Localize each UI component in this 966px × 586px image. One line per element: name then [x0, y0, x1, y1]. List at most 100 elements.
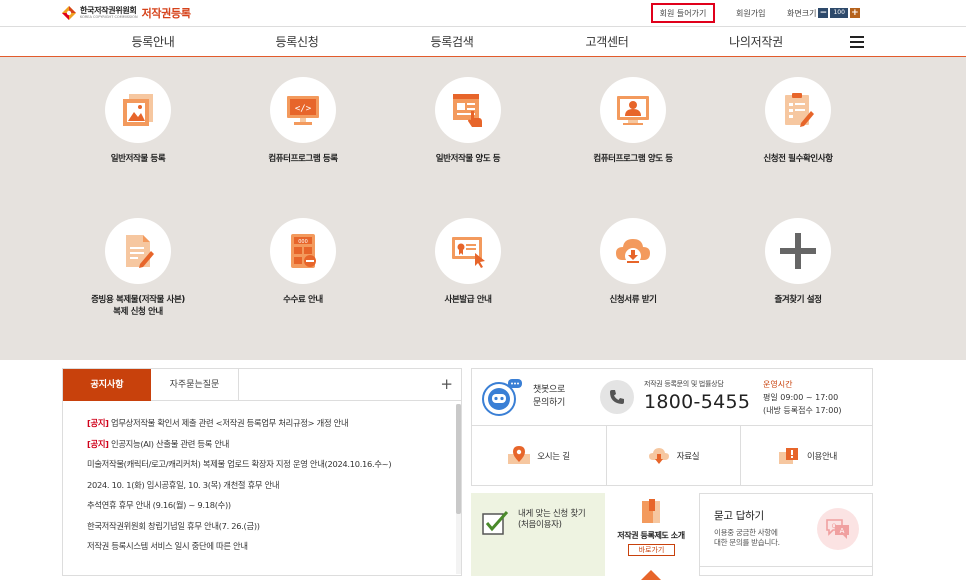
quick-item-label: 신청서류 받기: [609, 295, 657, 305]
logo-mark-icon: [62, 6, 76, 20]
calculator-icon: 000: [270, 218, 336, 284]
site-logo[interactable]: 한국저작권위원회 KOREA COPYRIGHT COMMISSION 저작권등…: [62, 3, 191, 23]
nav-item-registration-guide[interactable]: 등록안내: [132, 27, 175, 57]
logo-org-english: KOREA COPYRIGHT COMMISSION: [80, 14, 138, 19]
cloud-download-icon: [600, 218, 666, 284]
quick-item-copy-request[interactable]: 증빙용 복제물(저작물 사본) 복제 신청 안내: [63, 218, 213, 319]
cloud-download-icon: [648, 447, 670, 465]
nav-item-registration-apply[interactable]: 등록신청: [276, 27, 319, 57]
quick-item-fee-guide[interactable]: 000 수수료 안내: [228, 218, 378, 307]
checkbox-icon: [482, 510, 509, 535]
find-subtitle: (처음이용자): [518, 520, 562, 531]
list-item[interactable]: [공지] 업무상저작물 확인서 제출 관련 <저작권 등록업무 처리규정> 개정…: [87, 413, 441, 434]
find-application-box[interactable]: 내게 맞는 신청 찾기 (처음이용자): [471, 493, 605, 576]
qa-description: 이용중 궁금한 사항에 대한 문의를 받습니다.: [714, 528, 780, 547]
notice-list: [공지] 업무상저작물 확인서 제출 관련 <저작권 등록업무 처리규정> 개정…: [87, 413, 441, 557]
document-hand-icon: [435, 77, 501, 143]
quick-item-favorites-setting[interactable]: 즐겨찾기 설정: [723, 218, 873, 307]
list-item[interactable]: 미술저작물(캐릭터/로고/캐리커처) 복제물 업로드 확장자 지정 운영 안내(…: [87, 454, 441, 475]
tab-faq[interactable]: 자주묻는질문: [151, 369, 239, 401]
notice-scrollbar[interactable]: [456, 404, 461, 574]
quick-item-general-transfer[interactable]: 일반저작물 양도 등: [393, 77, 543, 166]
certificate-cursor-icon: [435, 218, 501, 284]
quick-menu: 일반저작물 등록 </> 컴퓨터프로그램 등록 일반저작물 양도 등 컴퓨터프로…: [0, 57, 966, 360]
plus-icon: [765, 218, 831, 284]
nav-item-my-copyright[interactable]: 나의저작권: [729, 27, 783, 57]
quick-item-download-forms[interactable]: 신청서류 받기: [558, 218, 708, 307]
quick-item-label: 일반저작물 양도 등: [435, 154, 501, 164]
chatbot-link[interactable]: 챗봇으로 문의하기: [533, 384, 565, 409]
quick-item-program-registration[interactable]: </> 컴퓨터프로그램 등록: [228, 77, 378, 166]
chatbot-icon[interactable]: [481, 377, 523, 417]
nav-item-customer-center[interactable]: 고객센터: [586, 27, 629, 57]
user-card-icon: [600, 77, 666, 143]
list-item[interactable]: [공지] 인공지능(AI) 산출물 관련 등록 안내: [87, 434, 441, 455]
quick-item-certificate-copy[interactable]: 사본발급 안내: [393, 218, 543, 307]
guide-label: 이용안내: [806, 451, 838, 462]
hours-visit: (내방 등록접수 17:00): [763, 406, 842, 415]
nav-item-registration-search[interactable]: 등록검색: [431, 27, 474, 57]
location-pin-icon: [508, 445, 531, 466]
find-title: 내게 맞는 신청 찾기: [518, 509, 586, 519]
guide-link[interactable]: 이용안내: [740, 426, 874, 485]
quick-item-label: 컴퓨터프로그램 양도 등: [593, 154, 673, 164]
scrollbar-thumb[interactable]: [456, 404, 461, 514]
code-monitor-icon: </>: [270, 77, 336, 143]
directions-label: 오시는 길: [537, 451, 570, 462]
main-navigation: 등록안내 등록신청 등록검색 고객센터 나의저작권: [0, 26, 966, 57]
shortcut-button[interactable]: 바로가기: [628, 544, 675, 556]
phone-caption: 저작권 등록문의 및 법률상담: [644, 380, 724, 388]
archive-label: 자료실: [676, 451, 700, 462]
book-icon: [639, 499, 663, 525]
logo-service-name: 저작권등록: [141, 7, 191, 20]
quick-item-label-line2: 복제 신청 안내: [113, 306, 163, 317]
notice-tabs: 공지사항 자주묻는질문 +: [63, 369, 461, 401]
join-link[interactable]: 회원가입: [736, 0, 765, 26]
zoom-control: 화면크기 − 100 +: [787, 0, 860, 26]
quick-item-precheck[interactable]: 신청전 필수확인사항: [723, 77, 873, 166]
quick-item-label: 즐겨찾기 설정: [774, 295, 822, 305]
registration-intro-box: 저작권 등록제도 소개 바로가기: [605, 493, 697, 580]
divider: [700, 566, 872, 567]
login-button[interactable]: 회원 들어가기: [651, 3, 715, 23]
zoom-out-button[interactable]: −: [818, 8, 829, 18]
quick-item-program-transfer[interactable]: 컴퓨터프로그램 양도 등: [558, 77, 708, 166]
hours-weekday: 평일 09:00 ~ 17:00: [763, 393, 839, 402]
zoom-value: 100: [830, 8, 848, 18]
list-item[interactable]: 저작권 등록시스템 서비스 일시 중단에 따른 안내: [87, 536, 441, 557]
list-item[interactable]: 2024. 10. 1(화) 임시공휴일, 10. 3(목) 개천절 휴무 안내: [87, 475, 441, 496]
more-plus-icon[interactable]: +: [440, 376, 453, 392]
contact-panel: 챗봇으로 문의하기 저작권 등록문의 및 법률상담 1800-5455 운영시간…: [471, 368, 873, 426]
checklist-pen-icon: [765, 77, 831, 143]
phone-number: 1800-5455: [644, 391, 751, 413]
notice-panel: 공지사항 자주묻는질문 + [공지] 업무상저작물 확인서 제출 관련 <저작권…: [62, 368, 462, 576]
hours-title: 운영시간: [763, 380, 793, 389]
phone-icon: [600, 380, 634, 414]
quick-item-label: 사본발급 안내: [444, 295, 492, 305]
archive-link[interactable]: 자료실: [606, 426, 740, 485]
svg-text:A: A: [840, 527, 845, 535]
logo-org-name: 한국저작권위원회: [80, 5, 137, 15]
top-utility-bar: 한국저작권위원회 KOREA COPYRIGHT COMMISSION 저작권등…: [0, 0, 966, 26]
book-icon: [639, 567, 663, 580]
hamburger-menu-icon[interactable]: [850, 36, 864, 48]
tab-notice[interactable]: 공지사항: [63, 369, 151, 401]
quick-item-general-registration[interactable]: 일반저작물 등록: [63, 77, 213, 166]
quick-item-label: 일반저작물 등록: [110, 154, 166, 164]
quick-links: 오시는 길 자료실 이용안내: [471, 426, 873, 486]
directions-link[interactable]: 오시는 길: [472, 426, 606, 485]
intro-title: 저작권 등록제도 소개: [617, 531, 685, 540]
qa-chat-icon: A Q: [817, 508, 859, 550]
info-board-icon: [778, 446, 800, 466]
quick-item-label: 증빙용 복제물(저작물 사본): [91, 295, 185, 305]
zoom-in-button[interactable]: +: [849, 8, 860, 18]
qa-box[interactable]: 묻고 답하기 이용중 궁금한 사항에 대한 문의를 받습니다. A Q: [699, 493, 873, 576]
image-document-icon: [105, 77, 171, 143]
qa-title: 묻고 답하기: [714, 510, 764, 522]
list-item[interactable]: 한국저작권위원회 창립기념일 휴무 안내(7. 26.(금)): [87, 516, 441, 537]
list-item[interactable]: 추석연휴 휴무 안내 (9.16(월) ~ 9.18(수)): [87, 495, 441, 516]
svg-text:Q: Q: [832, 523, 837, 530]
quick-item-label: 컴퓨터프로그램 등록: [268, 154, 338, 164]
zoom-label: 화면크기: [787, 8, 817, 18]
svg-text:</>: </>: [295, 104, 312, 114]
